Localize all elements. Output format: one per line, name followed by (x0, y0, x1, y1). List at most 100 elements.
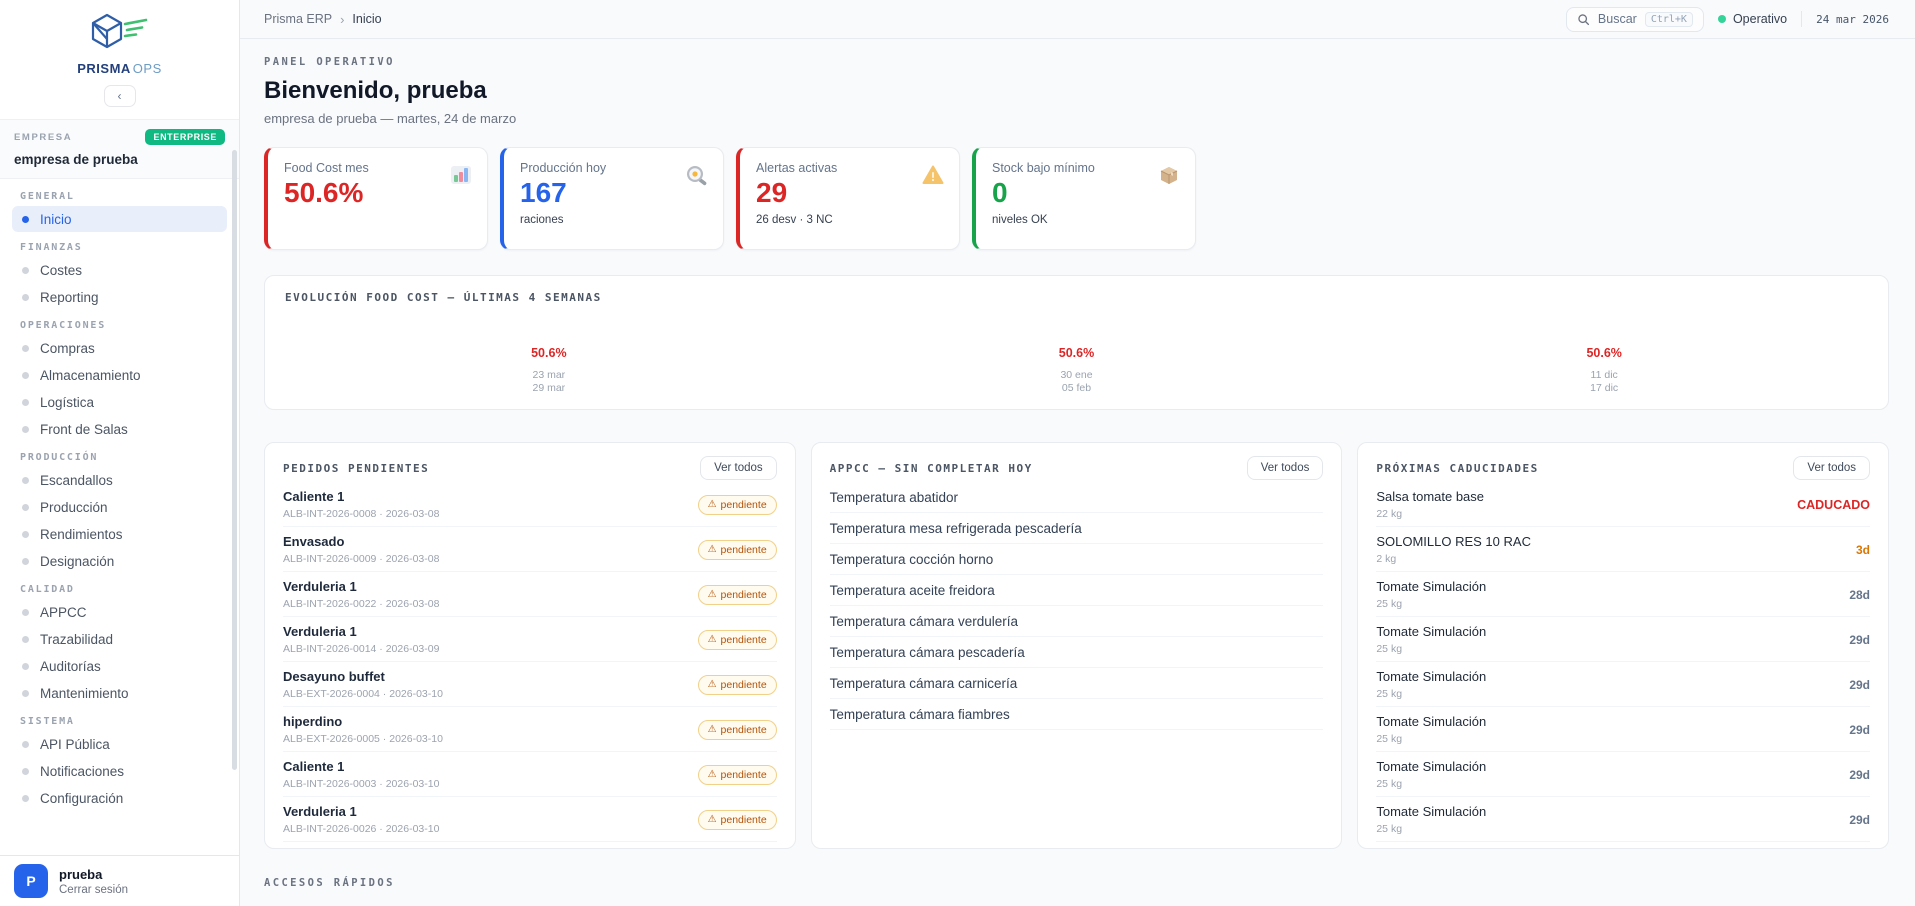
order-row[interactable]: hiperdinoALB-EXT-2026-0005 · 2026-03-10⚠… (283, 707, 777, 752)
sidebar-item-mantenimiento[interactable]: Mantenimiento (12, 680, 227, 706)
sidebar-item-designacion[interactable]: Designación (12, 548, 227, 574)
sidebar-item-rendimientos[interactable]: Rendimientos (12, 521, 227, 547)
appcc-item[interactable]: Temperatura cámara carnicería (830, 668, 1324, 699)
sidebar-item-api-publica[interactable]: API Pública (12, 731, 227, 757)
appcc-item[interactable]: Temperatura cámara pescadería (830, 637, 1324, 668)
appcc-item[interactable]: Temperatura aceite freidora (830, 575, 1324, 606)
sidebar-item-inicio[interactable]: Inicio (12, 206, 227, 232)
kpi-value: 50.6% (284, 178, 471, 207)
sidebar-item-logistica[interactable]: Logística (12, 389, 227, 415)
bullet-icon (22, 690, 29, 697)
expiry-row[interactable]: Salsa tomate base22 kgCADUCADO (1376, 482, 1870, 527)
sidebar-item-label: Logística (40, 395, 94, 410)
expiry-info: Tomate Simulación25 kg (1376, 669, 1486, 700)
sidebar-item-label: Trazabilidad (40, 632, 113, 647)
sidebar-item-reporting[interactable]: Reporting (12, 284, 227, 310)
pendiente-badge: ⚠pendiente (698, 765, 777, 785)
warning-icon (921, 163, 945, 187)
caducidades-ver-todos-button[interactable]: Ver todos (1793, 456, 1870, 480)
order-row[interactable]: Desayuno buffetALB-EXT-2026-0004 · 2026-… (283, 662, 777, 707)
sidebar-item-notificaciones[interactable]: Notificaciones (12, 758, 227, 784)
panel-title: APPCC — SIN COMPLETAR HOY (830, 462, 1033, 475)
appcc-ver-todos-button[interactable]: Ver todos (1247, 456, 1324, 480)
expiry-row[interactable]: Tomate Simulación25 kg29d (1376, 662, 1870, 707)
bullet-icon (22, 768, 29, 775)
logout-link[interactable]: Cerrar sesión (59, 884, 128, 896)
panel-title: PRÓXIMAS CADUCIDADES (1376, 462, 1538, 475)
sidebar-item-label: Auditorías (40, 659, 101, 674)
pedidos-ver-todos-button[interactable]: Ver todos (700, 456, 777, 480)
expiry-row[interactable]: Tomate Simulación25 kg29d (1376, 752, 1870, 797)
expiry-row[interactable]: Tomate Simulación25 kg29d (1376, 797, 1870, 842)
order-info: EnvasadoALB-INT-2026-0009 · 2026-03-08 (283, 534, 439, 565)
order-row[interactable]: Verduleria 1ALB-INT-2026-0022 · 2026-03-… (283, 572, 777, 617)
order-row[interactable]: Caliente 1 ALB-INT-2026-0008 · 2026-03-08… (283, 482, 777, 527)
product-name: Tomate Simulación (1376, 714, 1486, 730)
order-info: Desayuno buffetALB-EXT-2026-0004 · 2026-… (283, 669, 443, 700)
sidebar-section-label: GENERAL (20, 191, 219, 202)
warning-icon: ⚠ (708, 545, 717, 555)
sidebar-item-auditorias[interactable]: Auditorías (12, 653, 227, 679)
appcc-item[interactable]: Temperatura cámara verdulería (830, 606, 1324, 637)
main-content: PANEL OPERATIVO Bienvenido, prueba empre… (240, 39, 1915, 889)
sidebar-item-configuracion[interactable]: Configuración (12, 785, 227, 811)
user-block: P prueba Cerrar sesión (0, 855, 239, 906)
badge-label: pendiente (721, 679, 767, 691)
order-name: hiperdino (283, 714, 443, 730)
expiry-row[interactable]: Tomate Simulación25 kg28d (1376, 572, 1870, 617)
sidebar-item-produccion[interactable]: Producción (12, 494, 227, 520)
search-input[interactable]: Buscar Ctrl+K (1566, 7, 1704, 32)
order-row[interactable]: Caliente 1ALB-INT-2026-0003 · 2026-03-10… (283, 752, 777, 797)
kpi-row: Food Cost mes50.6%Producción hoy167racio… (264, 147, 1889, 250)
sidebar-item-front-de-salas[interactable]: Front de Salas (12, 416, 227, 442)
order-row[interactable]: Verduleria 1ALB-INT-2026-0014 · 2026-03-… (283, 617, 777, 662)
expiry-row[interactable]: Tomate Simulación25 kg29d (1376, 707, 1870, 752)
order-reference: ALB-INT-2026-0022 · 2026-03-08 (283, 598, 439, 610)
expiry-status: 28d (1849, 588, 1870, 602)
sidebar-item-trazabilidad[interactable]: Trazabilidad (12, 626, 227, 652)
foodcost-value: 50.6% (813, 346, 1341, 360)
page-title: Bienvenido, prueba (264, 77, 1889, 105)
order-reference: ALB-INT-2026-0003 · 2026-03-10 (283, 778, 439, 790)
expiry-info: Tomate Simulación25 kg (1376, 759, 1486, 790)
order-row[interactable]: Verduleria 1ALB-INT-2026-0026 · 2026-03-… (283, 797, 777, 842)
kpi-value: 167 (520, 178, 707, 207)
order-reference: ALB-INT-2026-0008 · 2026-03-08 (283, 508, 439, 520)
order-reference: ALB-INT-2026-0026 · 2026-03-10 (283, 823, 439, 835)
sidebar-scrollbar[interactable] (232, 150, 237, 770)
brand-name: PRISMA (77, 61, 131, 76)
sidebar-section-label: CALIDAD (20, 584, 219, 595)
sidebar-item-costes[interactable]: Costes (12, 257, 227, 283)
bullet-icon (22, 663, 29, 670)
kpi-card-stock-bajo-minimo: Stock bajo mínimo0niveles OK (972, 147, 1196, 250)
sidebar-item-almacenamiento[interactable]: Almacenamiento (12, 362, 227, 388)
sidebar-item-appcc[interactable]: APPCC (12, 599, 227, 625)
sidebar-item-escandallos[interactable]: Escandallos (12, 467, 227, 493)
caducidades-list: Salsa tomate base22 kgCADUCADOSOLOMILLO … (1376, 482, 1870, 842)
appcc-item[interactable]: Temperatura abatidor (830, 482, 1324, 513)
pendiente-badge: ⚠pendiente (698, 585, 777, 605)
avatar: P (14, 864, 48, 898)
foodcost-value: 50.6% (285, 346, 813, 360)
foodcost-value: 50.6% (1340, 346, 1868, 360)
expiry-row[interactable]: Tomate Simulación25 kg29d (1376, 617, 1870, 662)
expiry-row[interactable]: SOLOMILLO RES 10 RAC2 kg3d (1376, 527, 1870, 572)
order-info: Verduleria 1ALB-INT-2026-0014 · 2026-03-… (283, 624, 439, 655)
product-quantity: 25 kg (1376, 643, 1486, 655)
product-quantity: 25 kg (1376, 733, 1486, 745)
warning-icon: ⚠ (708, 725, 717, 735)
appcc-item[interactable]: Temperatura cocción horno (830, 544, 1324, 575)
order-name: Caliente 1 (283, 489, 439, 505)
sidebar-section-label: SISTEMA (20, 716, 219, 727)
company-name: empresa de prueba (14, 152, 225, 167)
order-row[interactable]: EnvasadoALB-INT-2026-0009 · 2026-03-08⚠p… (283, 527, 777, 572)
appcc-item[interactable]: Temperatura cámara fiambres (830, 699, 1324, 730)
appcc-item[interactable]: Temperatura mesa refrigerada pescadería (830, 513, 1324, 544)
breadcrumb-root[interactable]: Prisma ERP (264, 12, 332, 26)
sidebar-collapse-button[interactable]: ‹ (104, 85, 136, 107)
kpi-sublabel: niveles OK (992, 214, 1179, 226)
bullet-icon (22, 267, 29, 274)
header-date: 24 mar 2026 (1816, 13, 1889, 26)
sidebar-item-compras[interactable]: Compras (12, 335, 227, 361)
product-name: SOLOMILLO RES 10 RAC (1376, 534, 1531, 550)
